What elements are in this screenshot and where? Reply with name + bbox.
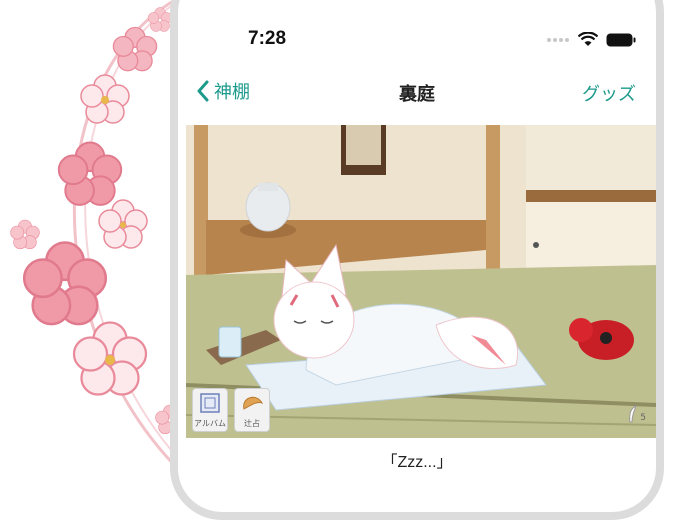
- status-icons: [546, 32, 636, 47]
- goods-button[interactable]: グッズ: [582, 80, 636, 106]
- album-icon: [200, 393, 220, 413]
- backyard-scene: アルバム 辻占 5: [186, 125, 656, 438]
- feather-counter: 5: [628, 405, 646, 423]
- fortune-label: 辻占: [244, 419, 260, 428]
- feather-icon: [629, 405, 638, 423]
- battery-icon: [606, 33, 636, 46]
- sakura-flower: [112, 26, 158, 72]
- speech-caption: 「Zzz...」: [381, 454, 453, 471]
- phone-frame: 7:28 神棚 裏庭 グッズ アルバム 辻占 5 「Zzz...」: [170, 0, 664, 520]
- signal-dots-icon: [547, 37, 569, 42]
- fortune-cookie-icon: [243, 396, 264, 410]
- album-button[interactable]: アルバム: [192, 388, 228, 432]
- wifi-icon: [578, 32, 598, 46]
- status-bar: 7:28: [178, 0, 656, 49]
- navigation-bar: 神棚 裏庭 グッズ: [178, 68, 656, 118]
- status-time: 7:28: [248, 28, 287, 49]
- album-label: アルバム: [194, 419, 226, 428]
- fortune-button[interactable]: 辻占: [234, 388, 270, 432]
- feather-count: 5: [640, 413, 646, 423]
